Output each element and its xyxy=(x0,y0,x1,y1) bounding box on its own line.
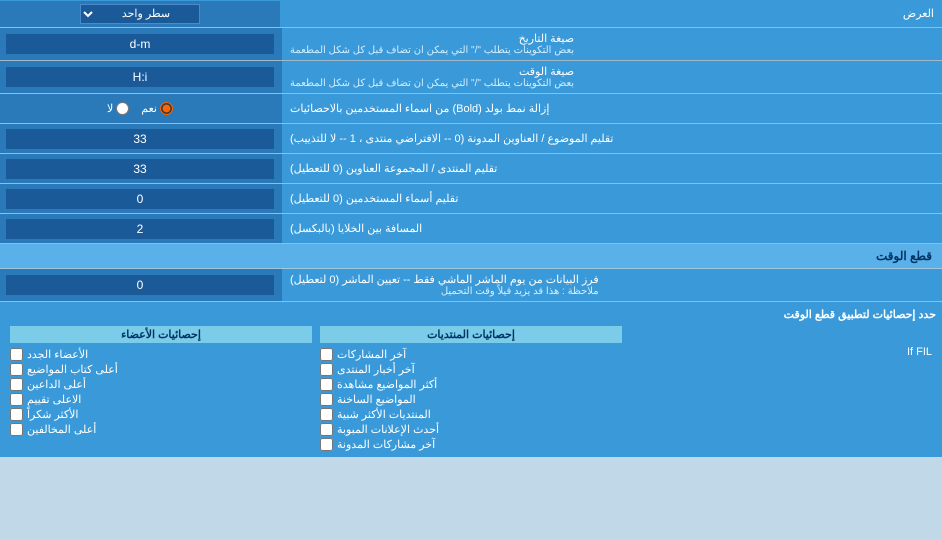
extra-column: If FIL xyxy=(626,326,936,451)
checkbox-forum-news-input[interactable] xyxy=(320,363,333,376)
date-format-row: صيغة التاريخ بعض التكوينات يتطلب "/" الت… xyxy=(0,28,942,61)
display-select[interactable]: سطر واحد سطرين ثلاثة أسطر xyxy=(80,4,200,24)
usernames-input-wrapper xyxy=(0,184,280,213)
bottom-section: حدد إحصائيات لتطبيق قطع الوقت إحصائيات ا… xyxy=(0,302,942,457)
topic-title-input[interactable] xyxy=(6,129,274,149)
fetch-label: فرز البيانات من يوم الماشر الماشي فقط --… xyxy=(280,269,942,301)
header-label: العرض xyxy=(280,3,942,24)
cell-spacing-input[interactable] xyxy=(6,219,274,239)
checkbox-top-violators: أعلى المخالفين xyxy=(10,423,312,436)
checkbox-top-inviters: أعلى الداعين xyxy=(10,378,312,391)
bold-no-radio[interactable] xyxy=(116,102,129,115)
checkbox-new-members-input[interactable] xyxy=(10,348,23,361)
usernames-input[interactable] xyxy=(6,189,274,209)
main-container: العرض سطر واحد سطرين ثلاثة أسطر صيغة الت… xyxy=(0,0,942,457)
checkbox-forum-news: آخر أخبار المنتدى xyxy=(320,363,622,376)
checkbox-top-authors: أعلى كتاب المواضيع xyxy=(10,363,312,376)
topic-title-label: تقليم الموضوع / العناوين المدونة (0 -- ا… xyxy=(280,124,942,153)
time-format-input[interactable] xyxy=(6,67,274,87)
checkbox-last-blog-posts-input[interactable] xyxy=(320,438,333,451)
checkbox-most-viewed-input[interactable] xyxy=(320,378,333,391)
checkbox-latest-classifieds: أحدث الإعلانات المبوبة xyxy=(320,423,622,436)
topic-title-input-wrapper xyxy=(0,124,280,153)
member-stats-header: إحصائيات الأعضاء xyxy=(10,326,312,343)
checkbox-hot-topics-input[interactable] xyxy=(320,393,333,406)
forum-title-row: تقليم المنتدى / المجموعة العناوين (0 للت… xyxy=(0,154,942,184)
bold-remove-row: إزالة نمط بولد (Bold) من اسماء المستخدمي… xyxy=(0,94,942,124)
checkbox-most-forums-input[interactable] xyxy=(320,408,333,421)
checkbox-most-viewed: أكثر المواضيع مشاهدة xyxy=(320,378,622,391)
cut-time-header: قطع الوقت xyxy=(0,244,942,269)
forum-title-input[interactable] xyxy=(6,159,274,179)
bold-yes-label: نعم xyxy=(141,102,173,115)
bold-remove-radio-wrapper: نعم لا xyxy=(0,94,280,123)
date-format-input[interactable] xyxy=(6,34,274,54)
checkbox-most-forums: المنتديات الأكثر شبية xyxy=(320,408,622,421)
forum-title-input-wrapper xyxy=(0,154,280,183)
fetch-row: فرز البيانات من يوم الماشر الماشي فقط --… xyxy=(0,269,942,302)
checkbox-hot-topics: المواضيع الساخنة xyxy=(320,393,622,406)
fetch-input-wrapper xyxy=(0,269,280,301)
header-row: العرض سطر واحد سطرين ثلاثة أسطر xyxy=(0,0,942,28)
checkbox-new-members: الأعضاء الجدد xyxy=(10,348,312,361)
checkbox-last-posts-input[interactable] xyxy=(320,348,333,361)
checkbox-top-violators-input[interactable] xyxy=(10,423,23,436)
forum-title-label: تقليم المنتدى / المجموعة العناوين (0 للت… xyxy=(280,154,942,183)
checkbox-last-blog-posts: آخر مشاركات المدونة xyxy=(320,438,622,451)
checkboxes-container: إحصائيات الأعضاء الأعضاء الجدد أعلى كتاب… xyxy=(6,326,936,451)
checkbox-top-inviters-input[interactable] xyxy=(10,378,23,391)
member-stats-column: إحصائيات الأعضاء الأعضاء الجدد أعلى كتاب… xyxy=(6,326,316,451)
cell-spacing-label: المسافة بين الخلايا (بالبكسل) xyxy=(280,214,942,243)
time-format-row: صيغة الوقت بعض التكوينات يتطلب "/" التي … xyxy=(0,61,942,94)
fetch-input[interactable] xyxy=(6,275,274,295)
time-format-label: صيغة الوقت بعض التكوينات يتطلب "/" التي … xyxy=(280,61,942,93)
checkbox-most-thanked-input[interactable] xyxy=(10,408,23,421)
checkbox-last-posts: آخر المشاركات xyxy=(320,348,622,361)
time-format-input-wrapper xyxy=(0,61,280,93)
checkbox-most-thanked: الأكثر شكراً xyxy=(10,408,312,421)
bold-no-label: لا xyxy=(107,102,129,115)
checkbox-top-rated: الاعلى تقييم xyxy=(10,393,312,406)
date-format-label: صيغة التاريخ بعض التكوينات يتطلب "/" الت… xyxy=(280,28,942,60)
date-format-input-wrapper xyxy=(0,28,280,60)
usernames-label: تقليم أسماء المستخدمين (0 للتعطيل) xyxy=(280,184,942,213)
bold-yes-radio[interactable] xyxy=(160,102,173,115)
topic-title-row: تقليم الموضوع / العناوين المدونة (0 -- ا… xyxy=(0,124,942,154)
usernames-row: تقليم أسماء المستخدمين (0 للتعطيل) xyxy=(0,184,942,214)
limit-header: حدد إحصائيات لتطبيق قطع الوقت xyxy=(6,308,936,321)
forum-stats-column: إحصائيات المنتديات آخر المشاركات آخر أخب… xyxy=(316,326,626,451)
if-fil-text: If FIL xyxy=(630,326,932,358)
forum-stats-header: إحصائيات المنتديات xyxy=(320,326,622,343)
cell-spacing-row: المسافة بين الخلايا (بالبكسل) xyxy=(0,214,942,244)
checkbox-latest-classifieds-input[interactable] xyxy=(320,423,333,436)
checkbox-top-authors-input[interactable] xyxy=(10,363,23,376)
header-select-wrapper: سطر واحد سطرين ثلاثة أسطر xyxy=(0,1,280,27)
bold-remove-label: إزالة نمط بولد (Bold) من اسماء المستخدمي… xyxy=(280,94,942,123)
checkbox-top-rated-input[interactable] xyxy=(10,393,23,406)
cell-spacing-input-wrapper xyxy=(0,214,280,243)
